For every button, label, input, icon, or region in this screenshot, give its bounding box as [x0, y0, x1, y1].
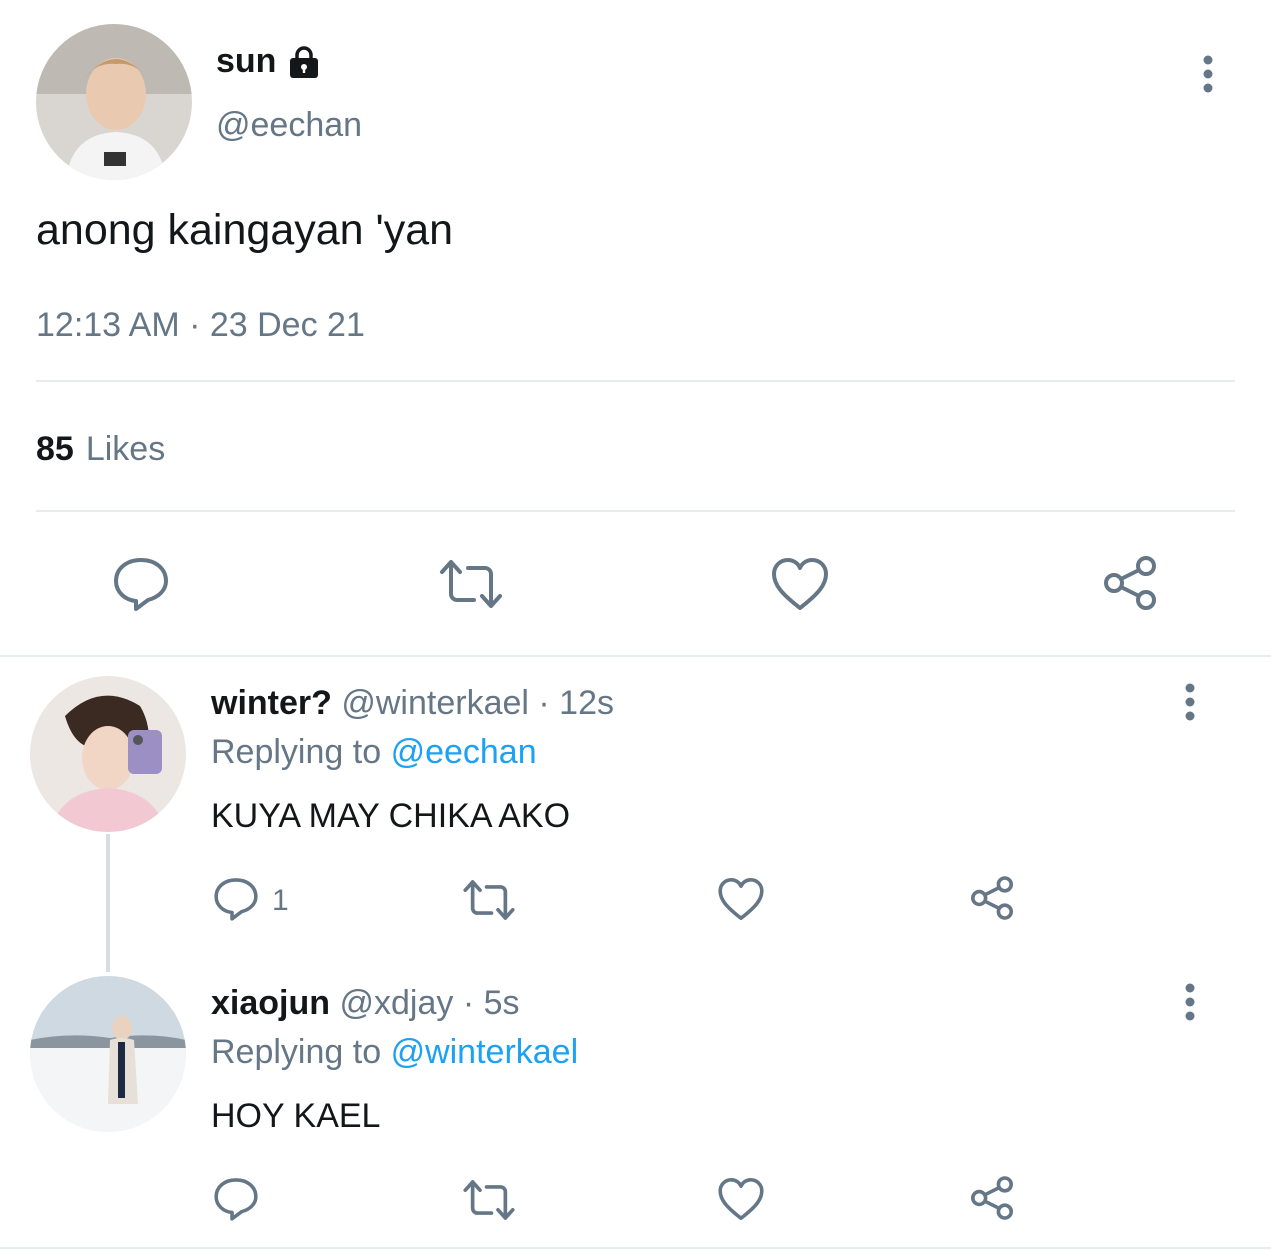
replying-label: Replying to — [211, 1033, 382, 1071]
replying-to: Replying to @eechan — [211, 733, 537, 772]
reply-icon — [214, 878, 258, 921]
like-button[interactable] — [717, 876, 765, 922]
reply-time: · 5s — [462, 984, 520, 1022]
share-icon — [971, 1176, 1013, 1220]
share-button[interactable] — [1100, 554, 1160, 612]
share-button[interactable] — [968, 874, 1016, 922]
heart-icon — [772, 558, 828, 610]
reply-icon — [114, 558, 168, 611]
reply-time: · 12s — [538, 684, 614, 722]
likes-label: Likes — [85, 430, 166, 468]
avatar-xiaojun[interactable] — [30, 976, 186, 1132]
heart-icon — [718, 1178, 764, 1220]
reply-count: 1 — [272, 884, 289, 917]
reply-text: KUYA MAY CHIKA AKO — [211, 797, 571, 835]
bottom-divider — [0, 1247, 1271, 1249]
share-icon — [1104, 556, 1156, 610]
reply-text: HOY KAEL — [211, 1097, 381, 1135]
retweet-icon — [440, 560, 502, 608]
replying-label: Replying to — [211, 733, 382, 771]
avatar-winter[interactable] — [30, 676, 186, 832]
more-vertical-icon[interactable] — [1172, 980, 1208, 1028]
reply-button[interactable] — [213, 1176, 259, 1222]
divider — [36, 380, 1235, 382]
section-divider — [0, 655, 1271, 657]
likes-count: 85 — [36, 430, 74, 468]
divider — [36, 510, 1235, 512]
reply-display-name[interactable]: xiaojun — [211, 984, 330, 1022]
avatar-sun[interactable] — [36, 24, 192, 180]
reply-button[interactable] — [112, 556, 170, 612]
share-button[interactable] — [968, 1174, 1016, 1222]
retweet-button[interactable] — [462, 1178, 516, 1222]
thread-line — [106, 834, 110, 972]
replying-to-mention[interactable]: @winterkael — [391, 1033, 579, 1071]
main-handle[interactable]: @eechan — [216, 106, 362, 145]
reply-header: winter? @winterkael · 12s — [211, 684, 614, 723]
reply-icon — [214, 1178, 258, 1221]
main-display-name[interactable]: sun — [216, 42, 322, 81]
reply-header: xiaojun @xdjay · 5s — [211, 984, 520, 1023]
reply-display-name[interactable]: winter? — [211, 684, 332, 722]
replying-to: Replying to @winterkael — [211, 1033, 578, 1072]
like-button[interactable] — [770, 556, 830, 612]
more-vertical-icon[interactable] — [1172, 680, 1208, 728]
likes-summary[interactable]: 85 Likes — [36, 430, 165, 469]
tweet-text: anong kaingayan 'yan — [36, 206, 454, 254]
reply-button[interactable] — [213, 876, 259, 922]
more-vertical-icon[interactable] — [1190, 52, 1226, 100]
lock-icon — [286, 44, 322, 80]
replying-to-mention[interactable]: @eechan — [391, 733, 537, 771]
like-button[interactable] — [717, 1176, 765, 1222]
reply-handle[interactable]: @winterkael — [341, 684, 529, 722]
tweet-timestamp[interactable]: 12:13 AM · 23 Dec 21 — [36, 306, 365, 345]
retweet-button[interactable] — [438, 558, 504, 610]
share-icon — [971, 876, 1013, 920]
retweet-icon — [463, 1180, 515, 1220]
retweet-button[interactable] — [462, 878, 516, 922]
heart-icon — [718, 878, 764, 920]
display-name-text[interactable]: sun — [216, 42, 276, 81]
reply-handle[interactable]: @xdjay — [339, 984, 453, 1022]
retweet-icon — [463, 880, 515, 920]
